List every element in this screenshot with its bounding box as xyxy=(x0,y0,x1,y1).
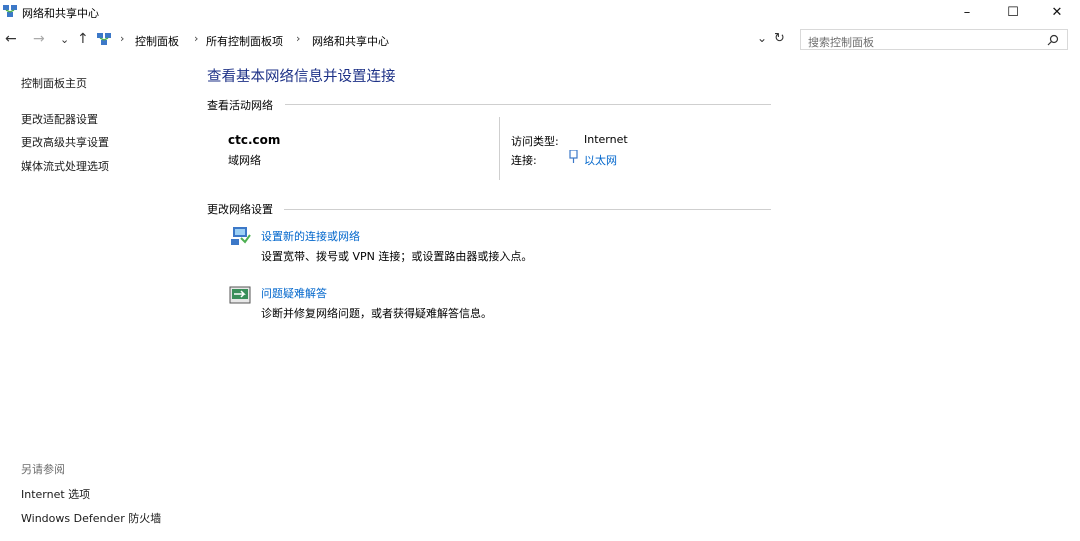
recent-locations-button[interactable]: ⌄ xyxy=(60,33,69,46)
close-button[interactable]: ✕ xyxy=(1034,0,1080,24)
breadcrumb-network-center[interactable]: 网络和共享中心 xyxy=(312,33,389,49)
troubleshoot-link[interactable]: 问题疑难解答 xyxy=(261,285,327,301)
address-dropdown-button[interactable]: ⌄ xyxy=(757,31,767,45)
see-also-internet-options[interactable]: Internet 选项 xyxy=(21,486,90,502)
maximize-button[interactable]: ☐ xyxy=(990,0,1036,24)
breadcrumb-separator: › xyxy=(120,32,125,45)
section-divider xyxy=(284,209,771,210)
setup-new-connection-link[interactable]: 设置新的连接或网络 xyxy=(261,228,360,244)
connections-label: 连接: xyxy=(511,154,537,167)
sidebar-item-advanced-sharing[interactable]: 更改高级共享设置 xyxy=(21,134,109,150)
breadcrumb-control-panel[interactable]: 控制面板 xyxy=(135,33,179,49)
search-placeholder: 搜索控制面板 xyxy=(808,36,874,49)
section-divider xyxy=(285,104,771,105)
window-title: 网络和共享中心 xyxy=(22,7,99,20)
network-center-icon xyxy=(3,5,17,17)
new-connection-icon xyxy=(231,227,251,245)
network-category: 域网络 xyxy=(228,154,261,167)
sidebar-item-adapter-settings[interactable]: 更改适配器设置 xyxy=(21,111,98,127)
breadcrumb-separator: › xyxy=(194,32,199,45)
network-center-icon xyxy=(97,33,111,45)
refresh-button[interactable]: ↻ xyxy=(774,31,785,46)
access-type-label: 访问类型: xyxy=(511,135,559,148)
setup-new-connection-description: 设置宽带、拨号或 VPN 连接；或设置路由器或接入点。 xyxy=(261,250,533,263)
up-button[interactable]: ↑ xyxy=(77,31,89,47)
sidebar-item-media-streaming[interactable]: 媒体流式处理选项 xyxy=(21,158,109,174)
forward-button[interactable]: → xyxy=(33,31,45,47)
title-bar: 网络和共享中心 – ☐ ✕ xyxy=(0,0,1080,24)
address-bar[interactable] xyxy=(97,29,794,52)
troubleshoot-description: 诊断并修复网络问题，或者获得疑难解答信息。 xyxy=(261,307,492,320)
active-networks-heading: 查看活动网络 xyxy=(207,99,273,112)
access-type-value: Internet xyxy=(584,133,628,146)
network-name: ctc.com xyxy=(228,133,281,147)
ethernet-icon xyxy=(569,150,578,163)
sidebar-item-home[interactable]: 控制面板主页 xyxy=(21,75,87,91)
page-title: 查看基本网络信息并设置连接 xyxy=(207,69,396,85)
vertical-divider xyxy=(499,117,500,180)
back-button[interactable]: ← xyxy=(5,31,17,47)
breadcrumb-all-items[interactable]: 所有控制面板项 xyxy=(206,33,283,49)
see-also-heading: 另请参阅 xyxy=(21,463,65,476)
troubleshoot-icon xyxy=(229,286,251,304)
ethernet-connection-link[interactable]: 以太网 xyxy=(584,152,617,168)
see-also-defender-firewall[interactable]: Windows Defender 防火墙 xyxy=(21,510,161,526)
change-settings-heading: 更改网络设置 xyxy=(207,203,273,216)
search-icon[interactable] xyxy=(1047,34,1059,46)
minimize-button[interactable]: – xyxy=(944,0,990,24)
breadcrumb-separator: › xyxy=(296,32,301,45)
